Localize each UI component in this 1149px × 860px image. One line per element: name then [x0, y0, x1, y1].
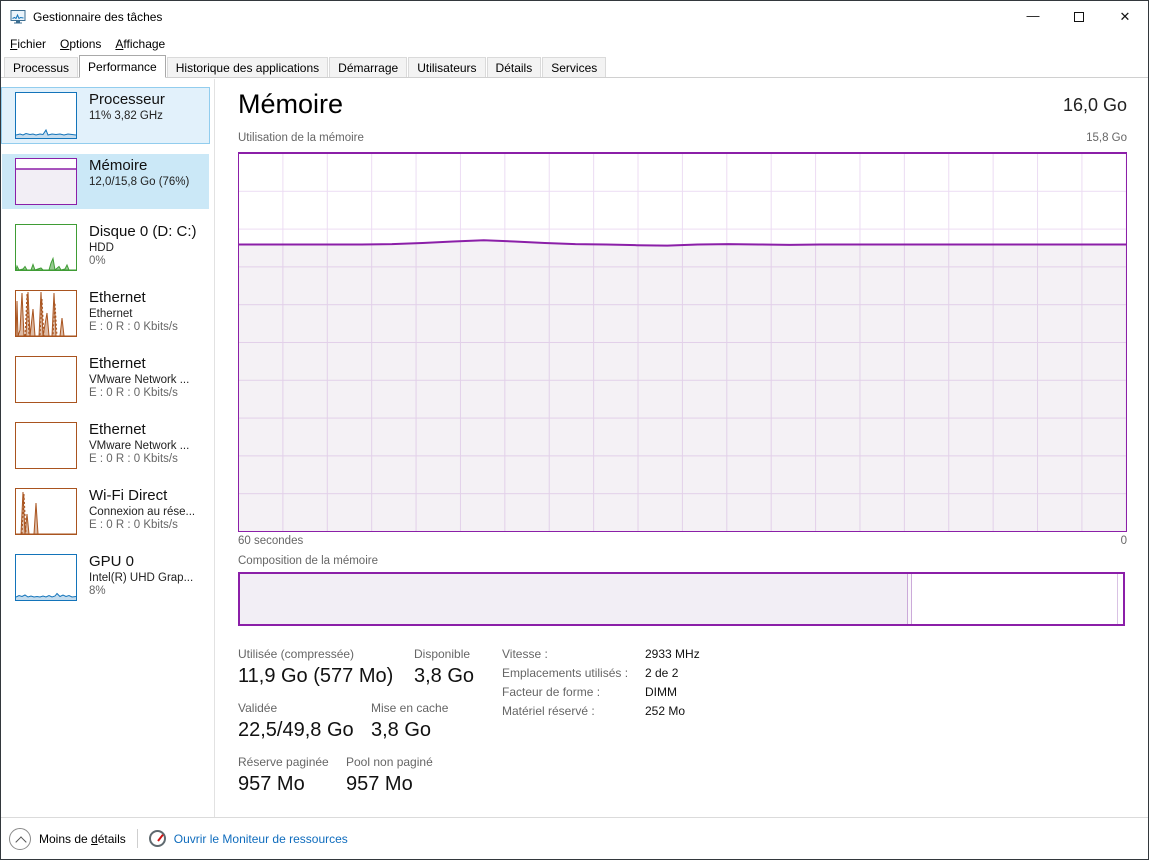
- sidebar-disk-title: Disque 0 (D: C:): [89, 223, 207, 240]
- tab-processus[interactable]: Processus: [4, 57, 78, 77]
- sidebar-ethernet2-title: Ethernet: [89, 355, 207, 372]
- sidebar-ethernet3-traffic: E : 0 R : 0 Kbits/s: [89, 453, 207, 465]
- menu-fichier[interactable]: Fichier: [3, 35, 53, 53]
- sidebar-ethernet3-name: VMware Network ...: [89, 440, 207, 452]
- memory-usage-chart: [238, 152, 1127, 532]
- memory-panel: Mémoire 16,0 Go Utilisation de la mémoir…: [215, 79, 1148, 817]
- gpu-mini-chart: [15, 554, 77, 601]
- menu-affichage[interactable]: Affichage: [108, 35, 172, 53]
- stat-paged-pool: Réserve paginée 957 Mo: [238, 755, 346, 796]
- composition-standby-segment: [912, 574, 1117, 624]
- menu-bar: Fichier Options Affichage: [1, 33, 1148, 54]
- memory-stats: Utilisée (compressée) 11,9 Go (577 Mo) D…: [238, 647, 1127, 809]
- chevron-up-icon[interactable]: [9, 828, 31, 850]
- stat-committed: Validée 22,5/49,8 Go: [238, 701, 371, 742]
- task-manager-window: Gestionnaire des tâches — ✕ Fichier Opti…: [0, 0, 1149, 860]
- tab-demarrage[interactable]: Démarrage: [329, 57, 407, 77]
- sidebar-gpu-name: Intel(R) UHD Grap...: [89, 572, 207, 584]
- sidebar-gpu-title: GPU 0: [89, 553, 207, 570]
- wifi-direct-mini-chart: [15, 488, 77, 535]
- sidebar-item-disk[interactable]: Disque 0 (D: C:) HDD 0%: [2, 220, 209, 275]
- time-axis-start: 60 secondes: [238, 535, 303, 547]
- sidebar-memory-usage: 12,0/15,8 Go (76%): [89, 176, 207, 188]
- sidebar-ethernet1-traffic: E : 0 R : 0 Kbits/s: [89, 321, 207, 333]
- stat-cached: Mise en cache 3,8 Go: [371, 701, 448, 742]
- detail-speed: Vitesse : 2933 MHz: [502, 647, 700, 661]
- sidebar-item-cpu[interactable]: Processeur 11% 3,82 GHz: [2, 88, 209, 143]
- tab-utilisateurs[interactable]: Utilisateurs: [408, 57, 485, 77]
- memory-total: 16,0 Go: [1063, 95, 1127, 116]
- sidebar-ethernet1-name: Ethernet: [89, 308, 207, 320]
- tab-performance[interactable]: Performance: [79, 55, 166, 78]
- sidebar-item-ethernet-1[interactable]: Ethernet Ethernet E : 0 R : 0 Kbits/s: [2, 286, 209, 341]
- title-bar: Gestionnaire des tâches — ✕: [1, 1, 1148, 33]
- ethernet2-mini-chart: [15, 356, 77, 403]
- memory-usage-area: [239, 240, 1126, 531]
- sidebar-disk-type: HDD: [89, 242, 207, 254]
- sidebar-ethernet1-title: Ethernet: [89, 289, 207, 306]
- performance-sidebar: Processeur 11% 3,82 GHz Mémoire 12,0/15,…: [1, 79, 214, 817]
- cpu-mini-chart: [15, 92, 77, 139]
- sidebar-gpu-usage: 8%: [89, 585, 207, 597]
- sidebar-cpu-usage: 11% 3,82 GHz: [89, 110, 207, 122]
- menu-options[interactable]: Options: [53, 35, 108, 53]
- detail-form-factor: Facteur de forme : DIMM: [502, 685, 700, 699]
- maximize-button[interactable]: [1056, 1, 1102, 33]
- detail-slots-used: Emplacements utilisés : 2 de 2: [502, 666, 700, 680]
- close-button[interactable]: ✕: [1102, 1, 1148, 33]
- composition-used-segment: [240, 574, 908, 624]
- memory-composition-bar[interactable]: [238, 572, 1125, 626]
- disk-mini-chart: [15, 224, 77, 271]
- sidebar-cpu-title: Processeur: [89, 91, 207, 108]
- sidebar-item-wifi-direct[interactable]: Wi-Fi Direct Connexion au rése... E : 0 …: [2, 484, 209, 539]
- stat-available: Disponible 3,8 Go: [414, 647, 474, 688]
- sidebar-item-gpu[interactable]: GPU 0 Intel(R) UHD Grap... 8%: [2, 550, 209, 605]
- sidebar-wifi-traffic: E : 0 R : 0 Kbits/s: [89, 519, 207, 531]
- ethernet3-mini-chart: [15, 422, 77, 469]
- memory-usage-series: [239, 154, 1126, 531]
- detail-hardware-reserved: Matériel réservé : 252 Mo: [502, 704, 700, 718]
- sidebar-ethernet2-name: VMware Network ...: [89, 374, 207, 386]
- taskmanager-icon: [10, 9, 26, 25]
- fewer-details-button[interactable]: Moins de détails: [39, 832, 126, 846]
- usage-chart-label: Utilisation de la mémoire: [238, 132, 364, 144]
- composition-label: Composition de la mémoire: [238, 555, 378, 567]
- memory-details: Vitesse : 2933 MHz Emplacements utilisés…: [502, 647, 700, 723]
- open-resource-monitor-link[interactable]: Ouvrir le Moniteur de ressources: [174, 832, 348, 846]
- sidebar-wifi-name: Connexion au rése...: [89, 506, 207, 518]
- close-icon: ✕: [1120, 9, 1131, 25]
- usage-chart-max: 15,8 Go: [1086, 132, 1127, 144]
- footer-bar: Moins de détails Ouvrir le Moniteur de r…: [1, 817, 1148, 859]
- tab-details[interactable]: Détails: [487, 57, 542, 77]
- stat-nonpaged-pool: Pool non paginé 957 Mo: [346, 755, 433, 796]
- sidebar-wifi-title: Wi-Fi Direct: [89, 487, 207, 504]
- window-title: Gestionnaire des tâches: [33, 10, 162, 24]
- tab-historique-des-applications[interactable]: Historique des applications: [167, 57, 328, 77]
- sidebar-item-memory[interactable]: Mémoire 12,0/15,8 Go (76%): [2, 154, 209, 209]
- tab-services[interactable]: Services: [542, 57, 606, 77]
- sidebar-ethernet3-title: Ethernet: [89, 421, 207, 438]
- memory-mini-chart: [15, 158, 77, 205]
- minimize-icon: —: [1027, 8, 1040, 23]
- footer-separator: [137, 829, 138, 848]
- sidebar-disk-usage: 0%: [89, 255, 207, 267]
- resource-monitor-icon: [149, 830, 166, 847]
- maximize-icon: [1074, 12, 1084, 22]
- minimize-button[interactable]: —: [1010, 1, 1056, 33]
- sidebar-ethernet2-traffic: E : 0 R : 0 Kbits/s: [89, 387, 207, 399]
- sidebar-item-ethernet-2[interactable]: Ethernet VMware Network ... E : 0 R : 0 …: [2, 352, 209, 407]
- sidebar-item-ethernet-3[interactable]: Ethernet VMware Network ... E : 0 R : 0 …: [2, 418, 209, 473]
- composition-free-segment: [1117, 574, 1123, 624]
- time-axis-end: 0: [1121, 535, 1127, 547]
- memory-usage-line: [239, 240, 1126, 245]
- ethernet1-mini-chart: [15, 290, 77, 337]
- stat-used: Utilisée (compressée) 11,9 Go (577 Mo): [238, 647, 414, 688]
- tab-strip: Processus Performance Historique des app…: [1, 55, 1148, 78]
- sidebar-memory-title: Mémoire: [89, 157, 207, 174]
- page-title: Mémoire: [238, 89, 343, 120]
